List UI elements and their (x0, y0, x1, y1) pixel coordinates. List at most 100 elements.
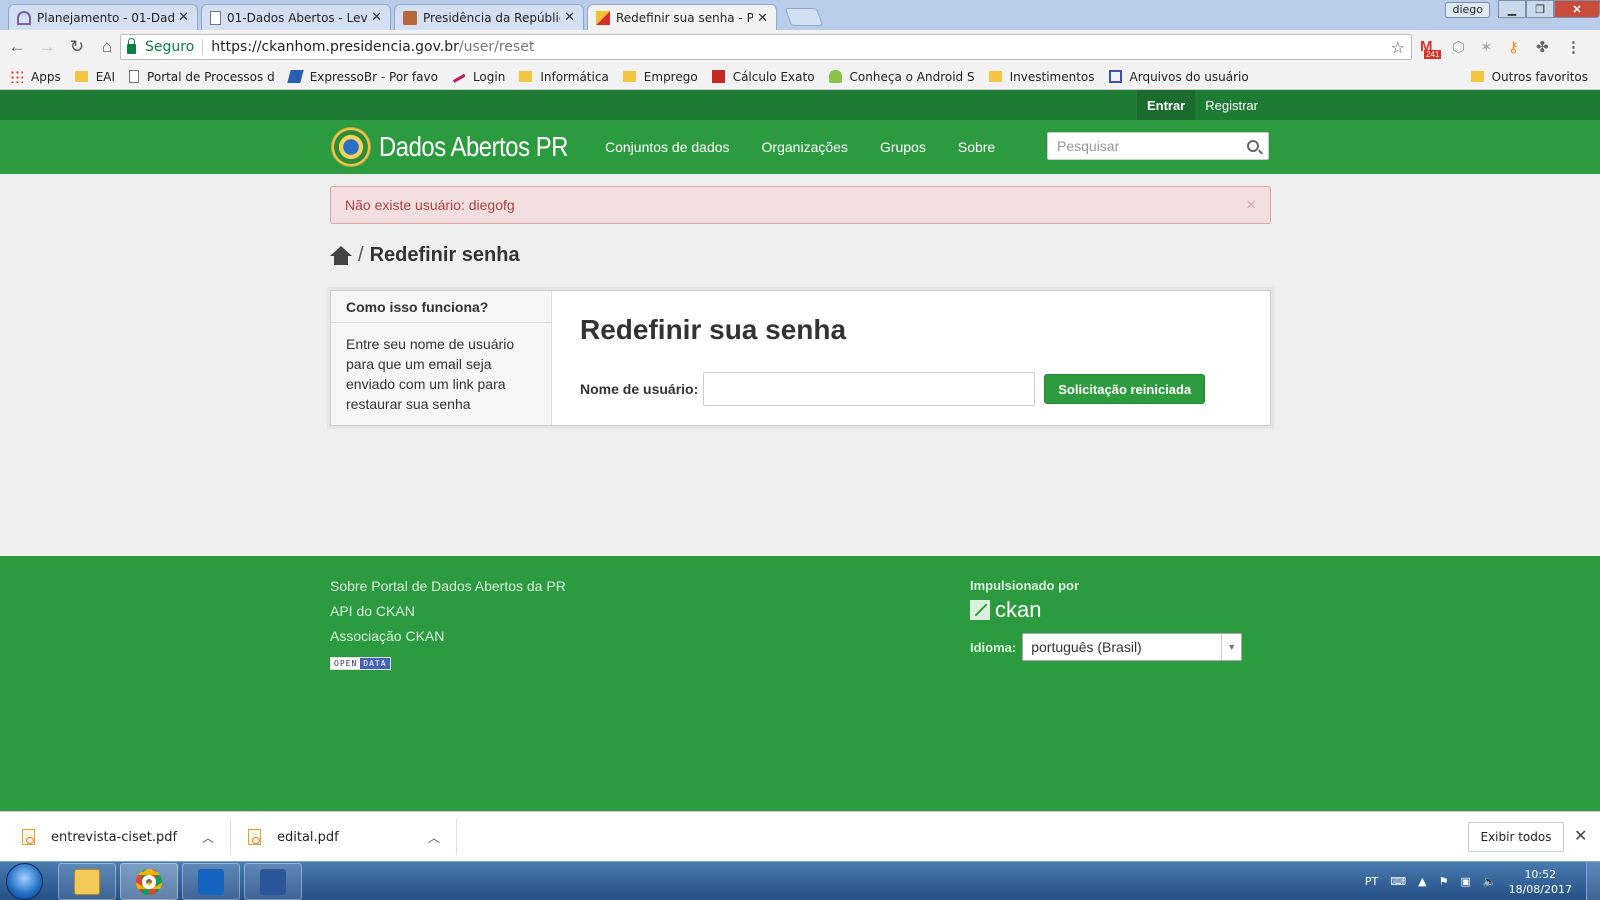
minimize-icon[interactable]: ▁ (1498, 0, 1526, 18)
bookmark-informatica[interactable]: Informática (519, 70, 609, 84)
bookmark-apps[interactable]: Apps (10, 70, 61, 84)
footer-link-about[interactable]: Sobre Portal de Dados Abertos da PR (330, 578, 566, 603)
taskbar-word[interactable] (244, 863, 302, 900)
bookmark-portal-processos[interactable]: Portal de Processos d (129, 70, 275, 84)
back-icon[interactable]: ← (4, 34, 30, 60)
home-icon[interactable] (330, 245, 352, 266)
bookmarks-bar: Apps EAI Portal de Processos d ExpressoB… (0, 64, 1600, 90)
download-item[interactable]: edital.pdf ︿ (248, 812, 448, 862)
gmail-badge: 241 (1424, 50, 1442, 59)
new-tab-button[interactable] (784, 8, 824, 26)
bookmark-emprego[interactable]: Emprego (622, 70, 698, 84)
browser-tab-dados-abertos[interactable]: 01-Dados Abertos - Leva ✕ (201, 4, 391, 30)
clock[interactable]: 10:52 18/08/2017 (1509, 867, 1572, 897)
browser-toolbar: ← → ↻ ⌂ Seguro https://ckanhom.presidenc… (0, 30, 1600, 64)
language-selector-row: Idioma: português (Brasil) ▼ (970, 633, 1243, 661)
extension-star-icon[interactable]: ✶ (1480, 38, 1493, 56)
ckan-label: ckan (995, 597, 1042, 622)
bookmark-expressobr[interactable]: ExpressoBr - Por favo (286, 70, 438, 84)
folder-icon (622, 71, 636, 82)
close-shelf-icon[interactable]: ✕ (1574, 826, 1587, 846)
help-heading: Como isso funciona? (331, 291, 551, 323)
site-logo[interactable]: Dados Abertos PR (331, 127, 601, 167)
pdf-file-icon (22, 829, 35, 845)
home-icon[interactable]: ⌂ (94, 34, 120, 60)
extension-puzzle-icon[interactable]: ✤ (1536, 38, 1549, 56)
footer-link-api[interactable]: API do CKAN (330, 603, 566, 628)
nav-datasets[interactable]: Conjuntos de dados (605, 139, 730, 155)
network-icon[interactable]: ▣ (1460, 875, 1470, 888)
request-reset-button[interactable]: Solicitação reiniciada (1044, 374, 1206, 404)
taskbar-explorer[interactable] (58, 863, 116, 900)
forward-icon[interactable]: → (34, 34, 60, 60)
volume-icon[interactable]: 🔈 (1483, 875, 1497, 888)
bookmark-arquivos-usuario[interactable]: Arquivos do usuário (1108, 70, 1249, 84)
register-link[interactable]: Registrar (1195, 90, 1268, 120)
folder-icon (519, 71, 533, 82)
close-alert-icon[interactable]: × (1246, 195, 1256, 215)
extension-cube-icon[interactable]: ⬡ (1452, 38, 1465, 56)
extension-key-icon[interactable]: ⚷ (1508, 38, 1519, 56)
language-select[interactable]: português (Brasil) ▼ (1022, 633, 1243, 661)
outlook-icon (198, 868, 224, 895)
restore-icon[interactable]: ❐ (1526, 0, 1554, 18)
profile-button[interactable]: diego (1445, 2, 1490, 18)
bookmark-other-favorites[interactable]: Outros favoritos (1470, 70, 1588, 84)
nav-about[interactable]: Sobre (958, 139, 995, 155)
address-bar[interactable]: Seguro https://ckanhom.presidencia.gov.b… (120, 34, 1412, 60)
language-indicator[interactable]: PT (1365, 875, 1378, 888)
keyboard-icon[interactable]: ⌨ (1390, 875, 1406, 888)
chevron-up-icon[interactable]: ︿ (202, 829, 214, 846)
menu-icon[interactable]: ⋮ (1566, 38, 1581, 56)
expresso-icon (286, 70, 304, 83)
bookmark-eai[interactable]: EAI (74, 70, 115, 84)
nav-groups[interactable]: Grupos (880, 139, 926, 155)
web-page: Entrar Registrar Dados Abertos PR Conjun… (0, 90, 1600, 811)
bookmark-calculo-exato[interactable]: Cálculo Exato (711, 70, 815, 84)
chrome-icon (136, 868, 162, 895)
taskbar-outlook[interactable] (182, 863, 240, 900)
open-data-badge[interactable]: OPEN DATA (330, 657, 391, 670)
dropdown-arrow-icon: ▼ (1221, 634, 1241, 660)
footer-link-association[interactable]: Associação CKAN (330, 628, 566, 653)
ckan-favicon-icon (596, 11, 610, 25)
login-link[interactable]: Entrar (1136, 90, 1196, 120)
search-input[interactable] (1057, 138, 1247, 154)
reset-panel: Como isso funciona? Entre seu nome de us… (330, 290, 1271, 426)
browser-tab-planejamento[interactable]: Planejamento - 01-Dado ✕ (8, 4, 198, 30)
browser-tab-redefinir-senha[interactable]: Redefinir sua senha - Por ✕ (587, 4, 777, 31)
taskbar-chrome[interactable] (120, 863, 178, 900)
divider (456, 819, 457, 855)
bookmark-star-icon[interactable]: ☆ (1391, 38, 1405, 57)
divider (230, 819, 231, 855)
breadcrumb-current[interactable]: Redefinir senha (370, 244, 520, 267)
close-tab-icon[interactable]: ✕ (757, 11, 768, 26)
bookmark-android[interactable]: Conheça o Android S (828, 70, 975, 84)
close-window-icon[interactable]: ✕ (1554, 0, 1600, 18)
window-controls: diego ▁ ❐ ✕ (1445, 0, 1600, 18)
start-button[interactable] (6, 863, 43, 900)
ckan-logo[interactable]: ckan (970, 597, 1242, 623)
close-tab-icon[interactable]: ✕ (371, 10, 382, 25)
search-icon[interactable] (1247, 140, 1259, 152)
browser-tab-presidencia[interactable]: Presidência da República ✕ (394, 4, 584, 30)
username-field[interactable] (703, 372, 1036, 406)
reload-icon[interactable]: ↻ (64, 34, 90, 60)
powered-by-label: Impulsionado por (970, 578, 1080, 593)
action-center-flag-icon[interactable]: ⚑ (1439, 875, 1449, 888)
show-desktop-button[interactable] (1586, 862, 1600, 900)
coat-of-arms-icon (331, 127, 371, 167)
show-all-downloads-button[interactable]: Exibir todos (1468, 822, 1564, 852)
bookmark-investimentos[interactable]: Investimentos (988, 70, 1095, 84)
security-label: Seguro (145, 39, 195, 55)
bookmark-login[interactable]: Login (451, 70, 505, 84)
main-nav: Conjuntos de dados Organizações Grupos S… (605, 120, 1027, 174)
masthead: Dados Abertos PR Conjuntos de dados Orga… (0, 120, 1600, 174)
download-item[interactable]: entrevista-ciset.pdf ︿ (22, 812, 222, 862)
close-tab-icon[interactable]: ✕ (564, 10, 575, 25)
clock-date: 18/08/2017 (1508, 882, 1572, 896)
nav-organizations[interactable]: Organizações (762, 139, 848, 155)
close-tab-icon[interactable]: ✕ (178, 10, 189, 25)
show-hidden-icons-icon[interactable]: ▲ (1418, 875, 1426, 888)
chevron-up-icon[interactable]: ︿ (428, 829, 440, 846)
